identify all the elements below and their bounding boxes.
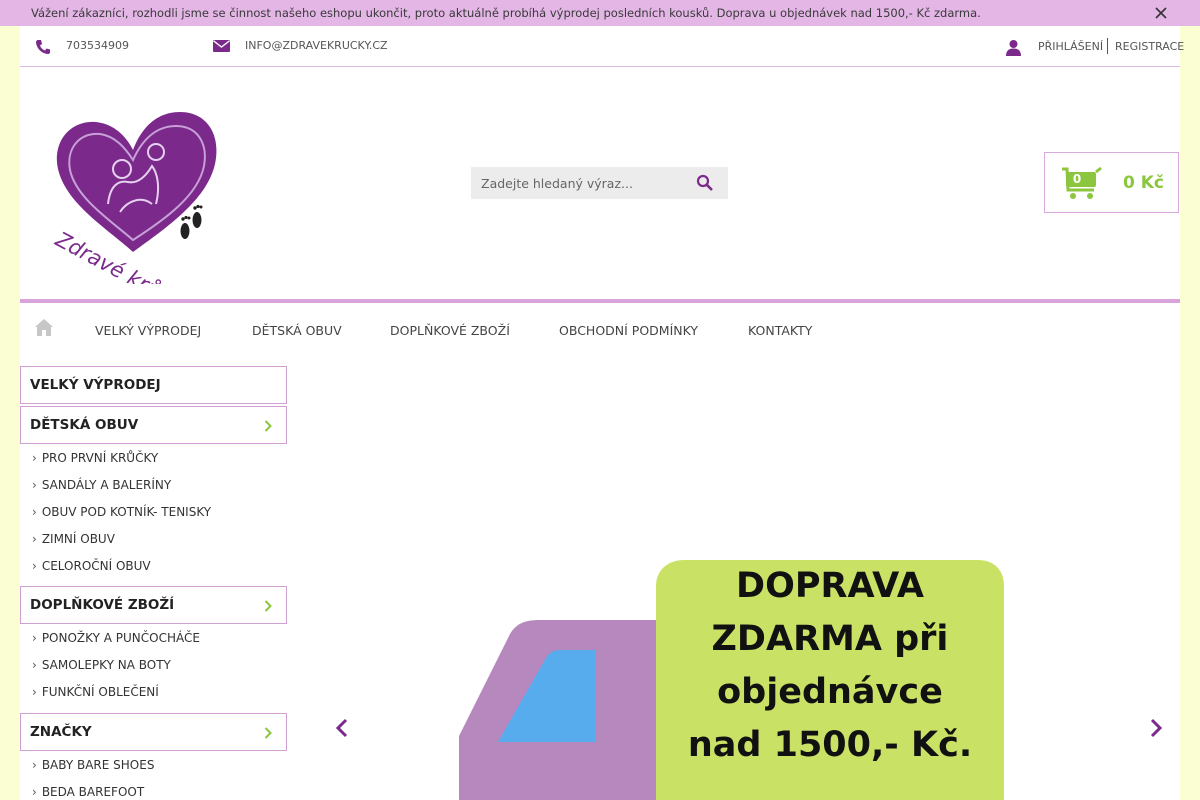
- brand-beda-barefoot[interactable]: Beda barefoot: [32, 785, 144, 799]
- cart-count: 0: [1072, 172, 1082, 186]
- user-icon: [1006, 40, 1021, 56]
- chevron-right-icon: [264, 600, 272, 612]
- category-accessories[interactable]: Doplňkové zboží: [20, 586, 287, 624]
- register-link[interactable]: Registrace: [1115, 40, 1184, 53]
- notice-bar: Vážení zákazníci, rozhodli jsme se činno…: [0, 0, 1200, 26]
- main-nav: Velký výprodej Dětská obuv Doplňkové zbo…: [20, 303, 1180, 355]
- category-sale[interactable]: Velký výprodej: [20, 366, 287, 404]
- brand-baby-bare-shoes[interactable]: Baby bare shoes: [32, 758, 155, 772]
- home-icon[interactable]: [34, 318, 54, 337]
- subcategory-all-season[interactable]: Celoroční obuv: [32, 559, 151, 573]
- banner-line-4: nad 1500,- Kč.: [687, 725, 973, 765]
- subcategory-winter[interactable]: Zimní obuv: [32, 532, 115, 546]
- category-brands[interactable]: Značky: [20, 713, 287, 751]
- banner-line-2: ZDARMA při: [711, 619, 949, 659]
- cart-total: 0 Kč: [1123, 173, 1164, 193]
- top-bar: 703534909 info@zdravekrucky.cz Přihlášen…: [20, 26, 1184, 67]
- chevron-right-icon: [264, 727, 272, 739]
- nav-item-kids-shoes[interactable]: Dětská obuv: [252, 323, 342, 338]
- close-icon[interactable]: [1152, 4, 1170, 22]
- page-container: 703534909 info@zdravekrucky.cz Přihlášen…: [20, 26, 1184, 800]
- subcategory-first-steps[interactable]: Pro první krůčky: [32, 451, 158, 465]
- phone-number[interactable]: 703534909: [66, 39, 129, 52]
- separator: [1107, 38, 1108, 54]
- category-label: Značky: [30, 724, 92, 740]
- login-link[interactable]: Přihlášení: [1038, 40, 1103, 53]
- notice-text: Vážení zákazníci, rozhodli jsme se činno…: [31, 6, 981, 20]
- banner-line-1: DOPRAVA: [736, 566, 924, 606]
- subcategory-sneakers[interactable]: Obuv pod kotník- tenisky: [32, 505, 211, 519]
- mail-icon: [213, 40, 230, 52]
- search-icon[interactable]: [696, 174, 714, 192]
- subcategory-socks[interactable]: Ponožky a punčocháče: [32, 631, 200, 645]
- nav-item-terms[interactable]: Obchodní podmínky: [559, 323, 698, 338]
- category-label: Dětská obuv: [30, 417, 139, 433]
- nav-item-sale[interactable]: Velký výprodej: [95, 323, 201, 338]
- chevron-right-icon[interactable]: [1148, 717, 1164, 739]
- subcategory-sandals[interactable]: Sandály a baleríny: [32, 478, 171, 492]
- subcategory-stickers[interactable]: Samolepky na boty: [32, 658, 171, 672]
- search-input[interactable]: [471, 167, 691, 199]
- banner-text: DOPRAVA ZDARMA při objednávce nad 1500,-…: [656, 560, 1004, 772]
- category-label: Doplňkové zboží: [30, 597, 175, 613]
- chevron-left-icon[interactable]: [334, 717, 350, 739]
- nav-item-accessories[interactable]: Doplňkové zboží: [390, 323, 510, 338]
- phone-icon: [36, 40, 50, 54]
- chevron-right-icon: [264, 420, 272, 432]
- banner-line-3: objednávce: [717, 672, 943, 712]
- nav-item-contacts[interactable]: Kontakty: [748, 323, 812, 338]
- category-kids-shoes[interactable]: Dětská obuv: [20, 406, 287, 444]
- cart-button[interactable]: 0 0 Kč: [1044, 152, 1179, 213]
- logo[interactable]: Zdravé krůčky: [48, 104, 223, 284]
- category-label: Velký výprodej: [30, 377, 161, 393]
- email-link[interactable]: info@zdravekrucky.cz: [245, 39, 388, 52]
- subcategory-clothing[interactable]: Funkční oblečení: [32, 685, 159, 699]
- banner-slider: DOPRAVA ZDARMA při objednávce nad 1500,-…: [310, 366, 1180, 800]
- search-box: [471, 167, 728, 199]
